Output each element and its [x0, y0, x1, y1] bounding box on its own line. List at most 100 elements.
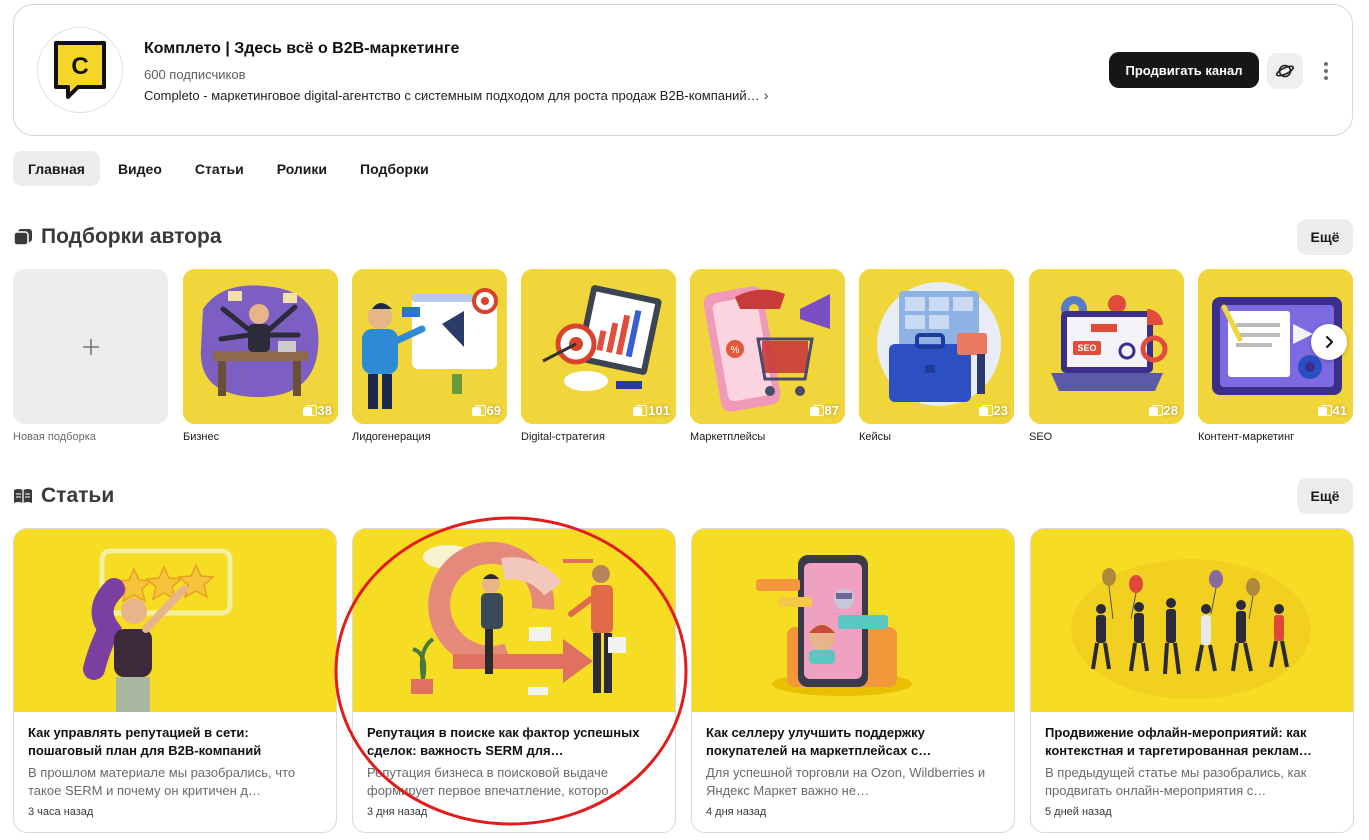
channel-title: Комплето | Здесь всё о B2B-маркетинге [144, 40, 460, 57]
tab-collections[interactable]: Подборки [345, 151, 444, 186]
stack-icon [302, 405, 317, 416]
collection-count: 41 [1317, 403, 1347, 418]
more-dots-icon [1324, 62, 1328, 66]
chevron-right-icon [1326, 336, 1333, 348]
stack-icon [633, 405, 648, 416]
new-collection-thumb [13, 269, 168, 424]
collection-count: 87 [809, 403, 839, 418]
collection-thumb: SEO 28 [1029, 269, 1184, 424]
article-cover [1031, 529, 1353, 712]
article-snippet: Для успешной торговли на Ozon, Wildberri… [706, 765, 986, 798]
article-title: Как управлять репутацией в сети: пошагов… [28, 725, 262, 758]
svg-text:C: C [71, 53, 88, 80]
tab-shorts[interactable]: Ролики [262, 151, 342, 186]
channel-description-text: Completo - маркетинговое digital-агентст… [144, 87, 760, 103]
promote-channel-button[interactable]: Продвигать канал [1109, 52, 1259, 88]
shopping-cart-icon: % [690, 269, 845, 424]
collection-label: Маркетплейсы [690, 431, 766, 443]
businessman-desk-icon [183, 269, 338, 424]
article-title: Продвижение офлайн-мероприятий: как конт… [1045, 725, 1312, 758]
collection-count: 28 [1148, 403, 1178, 418]
planet-icon [1275, 64, 1295, 78]
plus-icon [82, 338, 99, 355]
collections-row: Новая подборка 38 Бизнес 69 Лидогенераци… [13, 269, 1353, 449]
channel-avatar[interactable]: C [37, 27, 123, 113]
planet-button[interactable] [1267, 53, 1303, 89]
articles-icon [14, 489, 32, 503]
stack-icon [809, 405, 824, 416]
channel-description[interactable]: Completo - маркетинговое digital-агентст… [144, 87, 768, 103]
article-snippet: В прошлом материале мы разобрались, что … [28, 765, 296, 798]
collection-card[interactable]: 101 Digital-стратегия [521, 269, 676, 443]
collection-count: 69 [471, 403, 501, 418]
reputation-search-icon [353, 529, 675, 712]
svg-text:SEO: SEO [1077, 343, 1096, 353]
subscriber-count: 600 подписчиков [144, 67, 246, 82]
tab-video[interactable]: Видео [103, 151, 177, 186]
stack-icon [1148, 405, 1163, 416]
article-time: 4 дня назад [706, 806, 767, 818]
svg-text:%: % [731, 345, 740, 356]
collection-label: Бизнес [183, 431, 220, 443]
collection-card[interactable]: 69 Лидогенерация [352, 269, 507, 443]
collection-card[interactable]: 38 Бизнес [183, 269, 338, 443]
tab-articles[interactable]: Статьи [180, 151, 259, 186]
chevron-right-icon: › [763, 87, 769, 103]
collections-more-button[interactable]: Ещё [1297, 219, 1353, 255]
article-title: Как селлеру улучшить поддержку покупател… [706, 725, 932, 758]
articles-section-title: Статьи [41, 484, 115, 507]
article-cover [353, 529, 675, 712]
article-snippet: В предыдущей статье мы разобрались, как … [1045, 765, 1307, 798]
articles-row: Как управлять репутацией в сети: пошагов… [13, 528, 1354, 840]
collections-next-button[interactable] [1311, 324, 1347, 360]
collection-label: SEO [1029, 431, 1053, 443]
collections-section-header: Подборки автора [13, 225, 222, 249]
stack-icon [1317, 405, 1332, 416]
seller-support-phone-icon [692, 529, 1014, 712]
collection-card[interactable]: % 87 Маркетплейсы [690, 269, 845, 443]
collections-icon [13, 229, 32, 246]
article-card[interactable]: Как управлять репутацией в сети: пошагов… [13, 528, 337, 833]
article-card[interactable]: Как селлеру улучшить поддержку покупател… [691, 528, 1015, 833]
channel-tabs: Главная Видео Статьи Ролики Подборки [13, 151, 447, 186]
article-time: 3 дня назад [367, 806, 428, 818]
collection-label: Digital-стратегия [521, 431, 605, 443]
article-card[interactable]: Репутация в поиске как фактор успешных с… [352, 528, 676, 833]
article-cover [14, 529, 336, 712]
more-options-button[interactable] [1316, 57, 1336, 85]
collection-label: Кейсы [859, 431, 892, 443]
article-time: 5 дней назад [1045, 806, 1112, 818]
collection-count: 38 [302, 403, 332, 418]
article-cover [692, 529, 1014, 712]
articles-more-button[interactable]: Ещё [1297, 478, 1353, 514]
target-chart-icon [521, 269, 676, 424]
stack-icon [978, 405, 993, 416]
collections-section-title: Подборки автора [41, 225, 222, 248]
collection-thumb: 38 [183, 269, 338, 424]
channel-header: C Комплето | Здесь всё о B2B-маркетинге … [13, 4, 1353, 136]
stack-icon [471, 405, 486, 416]
collection-count: 101 [633, 403, 670, 418]
article-snippet: Репутация бизнеса в поисковой выдаче фор… [367, 765, 622, 798]
article-title: Репутация в поиске как фактор успешных с… [367, 725, 640, 758]
seo-laptop-icon: SEO [1029, 269, 1184, 424]
collection-thumb: 101 [521, 269, 676, 424]
briefcase-icon [859, 269, 1014, 424]
new-collection-tile[interactable]: Новая подборка [13, 269, 168, 443]
tab-home[interactable]: Главная [13, 151, 100, 186]
collection-label: Контент-маркетинг [1198, 431, 1295, 443]
collection-thumb: 23 [859, 269, 1014, 424]
article-time: 3 часа назад [28, 806, 94, 818]
collection-thumb: % 87 [690, 269, 845, 424]
collection-label: Лидогенерация [352, 431, 431, 443]
collection-card[interactable]: 23 Кейсы [859, 269, 1014, 443]
collection-card[interactable]: SEO 28 SEO [1029, 269, 1184, 443]
article-card[interactable]: Продвижение офлайн-мероприятий: как конт… [1030, 528, 1354, 833]
lead-generation-icon [352, 269, 507, 424]
collection-count: 23 [978, 403, 1008, 418]
articles-section-header: Статьи [13, 484, 114, 508]
collection-thumb: 69 [352, 269, 507, 424]
reputation-stars-icon [14, 529, 336, 712]
offline-event-party-icon [1031, 529, 1353, 712]
new-collection-label: Новая подборка [13, 431, 96, 443]
